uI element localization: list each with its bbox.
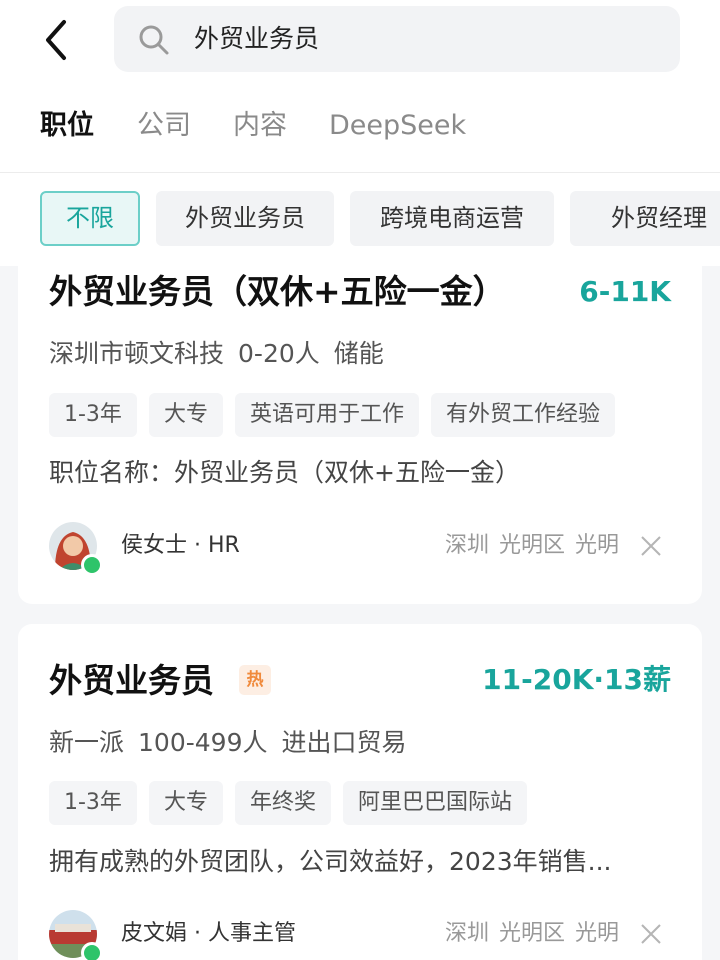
company-size: 0-20人 — [238, 339, 320, 368]
recruiter-avatar — [49, 522, 103, 576]
company-name: 深圳市顿文科技 — [49, 339, 225, 368]
company-name: 新一派 — [49, 728, 125, 757]
job-salary: 11-20K·13薪 — [482, 663, 671, 696]
filter-chip-foreign-trade-manager[interactable]: 外贸经理 — [570, 191, 720, 246]
online-status-dot — [81, 554, 103, 576]
recruiter-name: 皮文娟 · 人事主管 — [121, 921, 296, 946]
search-input[interactable]: 外贸业务员 — [114, 6, 680, 72]
company-size: 100-499人 — [138, 728, 268, 757]
filter-chip-foreign-trade-salesman[interactable]: 外贸业务员 — [156, 191, 334, 246]
online-status-dot — [81, 942, 103, 960]
tab-companies[interactable]: 公司 — [137, 106, 191, 146]
top-bar: 外贸业务员 职位 公司 内容 DeepSeek — [0, 0, 720, 173]
job-tag: 有外贸工作经验 — [430, 393, 615, 437]
dismiss-close-icon[interactable] — [640, 535, 662, 557]
filter-chip-cross-border-ecommerce[interactable]: 跨境电商运营 — [350, 191, 554, 246]
hot-badge: 热 — [239, 665, 271, 695]
location-area: 光明 — [574, 533, 619, 558]
job-tags: 1-3年 大专 英语可用于工作 有外贸工作经验 — [49, 393, 627, 437]
filter-bar: 不限 外贸业务员 跨境电商运营 外贸经理 — [0, 173, 720, 266]
filter-chip-all[interactable]: 不限 — [40, 191, 140, 246]
job-location: 深圳 光明区 光明 — [435, 919, 619, 949]
tab-deepseek[interactable]: DeepSeek — [329, 106, 466, 146]
job-title-row: 外贸业务员 热 — [49, 661, 271, 701]
job-tag: 英语可用于工作 — [234, 393, 419, 437]
job-salary: 6-11K — [579, 275, 671, 308]
job-list: 外贸业务员（双休+五险一金） 6-11K 深圳市顿文科技 0-20人 储能 1-3年… — [0, 266, 720, 960]
location-city: 深圳 — [444, 533, 489, 558]
job-title: 外贸业务员 — [49, 661, 214, 700]
job-tag: 1-3年 — [49, 393, 137, 437]
company-industry: 储能 — [333, 339, 384, 368]
back-button[interactable] — [38, 16, 78, 64]
tab-content[interactable]: 内容 — [233, 106, 287, 146]
job-description: 拥有成熟的外贸团队，公司效益好，2023年销售... — [49, 847, 612, 876]
recruiter-name: 侯女士 · HR — [121, 533, 240, 558]
job-tags: 1-3年 大专 年终奖 阿里巴巴国际站 — [49, 781, 539, 825]
location-district: 光明区 — [498, 533, 565, 558]
job-card[interactable]: 外贸业务员 热 11-20K·13薪 新一派 100-499人 进出口贸易 1-3年… — [18, 624, 702, 960]
company-info: 新一派 100-499人 进出口贸易 — [49, 727, 421, 759]
location-area: 光明 — [574, 921, 619, 946]
job-description: 职位名称：外贸业务员（双休+五险一金） — [49, 458, 520, 487]
search-query: 外贸业务员 — [194, 24, 320, 53]
company-info: 深圳市顿文科技 0-20人 储能 — [49, 338, 398, 370]
job-tag: 阿里巴巴国际站 — [342, 781, 527, 825]
tab-jobs[interactable]: 职位 — [40, 106, 94, 146]
back-arrow-icon — [46, 20, 66, 60]
location-city: 深圳 — [444, 921, 489, 946]
job-tag: 大专 — [148, 393, 223, 437]
job-tag: 年终奖 — [234, 781, 331, 825]
location-district: 光明区 — [498, 921, 565, 946]
job-title: 外贸业务员（双休+五险一金） — [49, 272, 506, 311]
job-tag: 大专 — [148, 781, 223, 825]
company-industry: 进出口贸易 — [281, 728, 407, 757]
job-location: 深圳 光明区 光明 — [435, 531, 619, 561]
job-tag: 1-3年 — [49, 781, 137, 825]
dismiss-close-icon[interactable] — [640, 923, 662, 945]
job-card[interactable]: 外贸业务员（双休+五险一金） 6-11K 深圳市顿文科技 0-20人 储能 1-3年… — [18, 266, 702, 604]
search-icon — [139, 25, 169, 55]
recruiter-avatar — [49, 910, 103, 960]
